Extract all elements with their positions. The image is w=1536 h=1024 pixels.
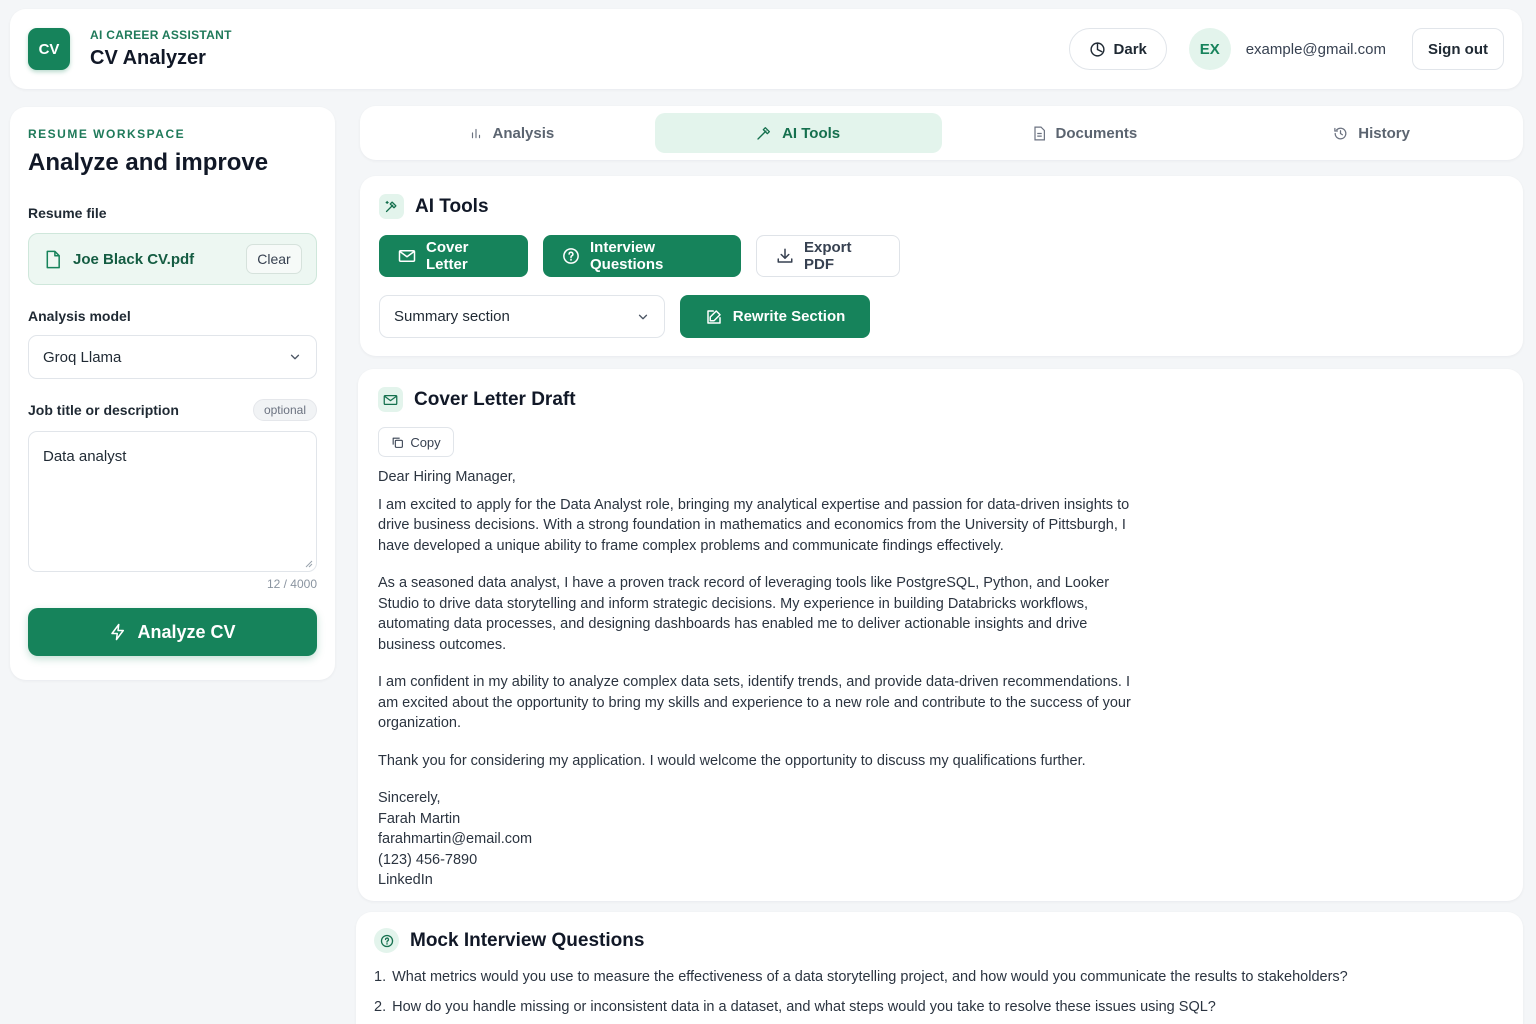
cover-letter-header: Cover Letter Draft <box>378 387 1503 412</box>
copy-icon <box>391 436 404 449</box>
signature-line: Sincerely, <box>378 790 441 806</box>
job-description-value: Data analyst <box>43 448 127 465</box>
tab-history-label: History <box>1358 124 1410 142</box>
analysis-model-label: Analysis model <box>28 308 131 324</box>
letter-paragraph: As a seasoned data analyst, I have a pro… <box>378 575 1110 653</box>
letter-paragraph: I am excited to apply for the Data Analy… <box>378 496 1130 554</box>
copy-button[interactable]: Copy <box>378 427 454 457</box>
tab-documents-label: Documents <box>1055 124 1138 142</box>
ai-tools-card: AI Tools Cover Letter Interview Question… <box>360 176 1523 356</box>
download-icon <box>776 247 794 265</box>
lightning-icon <box>109 622 127 642</box>
cover-letter-label: Cover Letter <box>426 239 469 273</box>
tab-history[interactable]: History <box>1228 113 1515 153</box>
clear-file-button[interactable]: Clear <box>246 244 302 274</box>
job-description-input[interactable]: Data analyst <box>28 431 317 572</box>
signature-line: Farah Martin <box>378 810 461 827</box>
signature-line: LinkedIn <box>378 872 433 888</box>
resize-handle-icon[interactable] <box>303 558 313 568</box>
cover-letter-card: Cover Letter Draft Copy Dear Hiring Mana… <box>358 369 1523 901</box>
analysis-model-value: Groq Llama <box>43 348 122 366</box>
workspace-title: Analyze and improve <box>28 149 269 176</box>
tab-ai-tools[interactable]: AI Tools <box>654 113 942 153</box>
theme-toggle-button[interactable]: Dark <box>1068 28 1167 70</box>
section-select-value: Summary section <box>394 308 510 325</box>
cover-letter-body: Dear Hiring Manager, I am excited to app… <box>378 467 1138 891</box>
main-tabs: Analysis AI Tools Documents History <box>360 106 1523 160</box>
interview-questions-label: Interview Questions <box>590 239 664 273</box>
app-header: CV AI CAREER ASSISTANT CV Analyzer Dark … <box>10 9 1522 89</box>
bar-chart-icon <box>469 126 483 140</box>
list-item: 1. What metrics would you use to measure… <box>374 969 1505 985</box>
user-email: example@gmail.com <box>1245 40 1386 58</box>
job-field-header: Job title or description optional <box>28 399 317 421</box>
app-title: CV Analyzer <box>90 47 206 69</box>
optional-badge: optional <box>252 399 317 421</box>
tab-documents[interactable]: Documents <box>942 113 1229 153</box>
character-counter: 12 / 4000 <box>266 577 317 591</box>
ai-tools-header: AI Tools <box>379 194 1504 219</box>
cover-letter-title: Cover Letter Draft <box>414 388 576 410</box>
theme-icon <box>1089 41 1106 58</box>
tab-analysis[interactable]: Analysis <box>368 113 655 153</box>
mock-interview-card: Mock Interview Questions 1. What metrics… <box>356 912 1523 1024</box>
workspace-kicker: RESUME WORKSPACE <box>28 127 186 141</box>
mail-icon <box>398 249 416 263</box>
chevron-down-icon <box>636 310 650 324</box>
tab-ai-tools-label: AI Tools <box>782 124 841 142</box>
ai-tools-actions: Cover Letter Interview Questions Export … <box>379 235 1504 277</box>
analyze-cv-button[interactable]: Analyze CV <box>28 608 317 656</box>
mock-interview-title: Mock Interview Questions <box>410 929 645 951</box>
brand: AI CAREER ASSISTANT CV Analyzer <box>90 28 232 70</box>
header-actions: Dark EX example@gmail.com Sign out <box>1068 28 1504 70</box>
interview-questions-button[interactable]: Interview Questions <box>543 235 741 277</box>
resume-workspace-panel: RESUME WORKSPACE Analyze and improve Res… <box>10 107 335 680</box>
resume-file-label: Resume file <box>28 205 107 221</box>
sign-out-button[interactable]: Sign out <box>1412 28 1504 70</box>
signature-line: (123) 456-7890 <box>378 851 478 868</box>
edit-icon <box>705 308 723 326</box>
question-number: 1. <box>374 969 387 985</box>
tab-analysis-label: Analysis <box>492 124 555 142</box>
cover-letter-button[interactable]: Cover Letter <box>379 235 528 277</box>
copy-label: Copy <box>410 434 441 450</box>
list-item: 2. How do you handle missing or inconsis… <box>374 999 1505 1015</box>
ai-tools-title: AI Tools <box>415 195 489 217</box>
question-text: How do you handle missing or inconsisten… <box>392 999 1216 1015</box>
brand-kicker: AI CAREER ASSISTANT <box>90 28 232 42</box>
question-number: 2. <box>374 999 387 1015</box>
help-circle-icon <box>374 928 399 953</box>
sparkles-icon <box>379 194 404 219</box>
wand-icon <box>756 125 772 141</box>
document-icon <box>1033 126 1046 141</box>
analyze-cv-label: Analyze CV <box>137 621 236 642</box>
mail-icon <box>378 387 403 412</box>
file-icon <box>45 250 61 269</box>
history-icon <box>1333 126 1348 141</box>
signature-line: farahmartin@email.com <box>378 831 533 847</box>
letter-paragraph: I am confident in my ability to analyze … <box>378 674 1131 731</box>
rewrite-row: Summary section Rewrite Section <box>379 295 1504 338</box>
app-logo: CV <box>28 28 70 70</box>
rewrite-section-button[interactable]: Rewrite Section <box>680 295 870 338</box>
letter-paragraph: Thank you for considering my application… <box>378 752 1086 769</box>
analysis-model-select[interactable]: Groq Llama <box>28 335 317 379</box>
export-pdf-label: Export PDF <box>804 239 852 273</box>
chevron-down-icon <box>288 350 302 364</box>
avatar[interactable]: EX <box>1188 28 1231 70</box>
resume-file-box[interactable]: Joe Black CV.pdf Clear <box>28 233 317 285</box>
question-list: 1. What metrics would you use to measure… <box>374 969 1505 1015</box>
theme-label: Dark <box>1113 40 1147 58</box>
mock-interview-header: Mock Interview Questions <box>374 928 1505 953</box>
export-pdf-button[interactable]: Export PDF <box>756 235 900 277</box>
letter-greeting: Dear Hiring Manager, <box>378 469 516 485</box>
help-circle-icon <box>562 247 580 265</box>
resume-file-name: Joe Black CV.pdf <box>73 250 195 268</box>
rewrite-section-label: Rewrite Section <box>732 308 846 325</box>
question-text: What metrics would you use to measure th… <box>392 969 1348 985</box>
job-title-label: Job title or description <box>28 402 179 418</box>
section-select[interactable]: Summary section <box>379 295 665 338</box>
